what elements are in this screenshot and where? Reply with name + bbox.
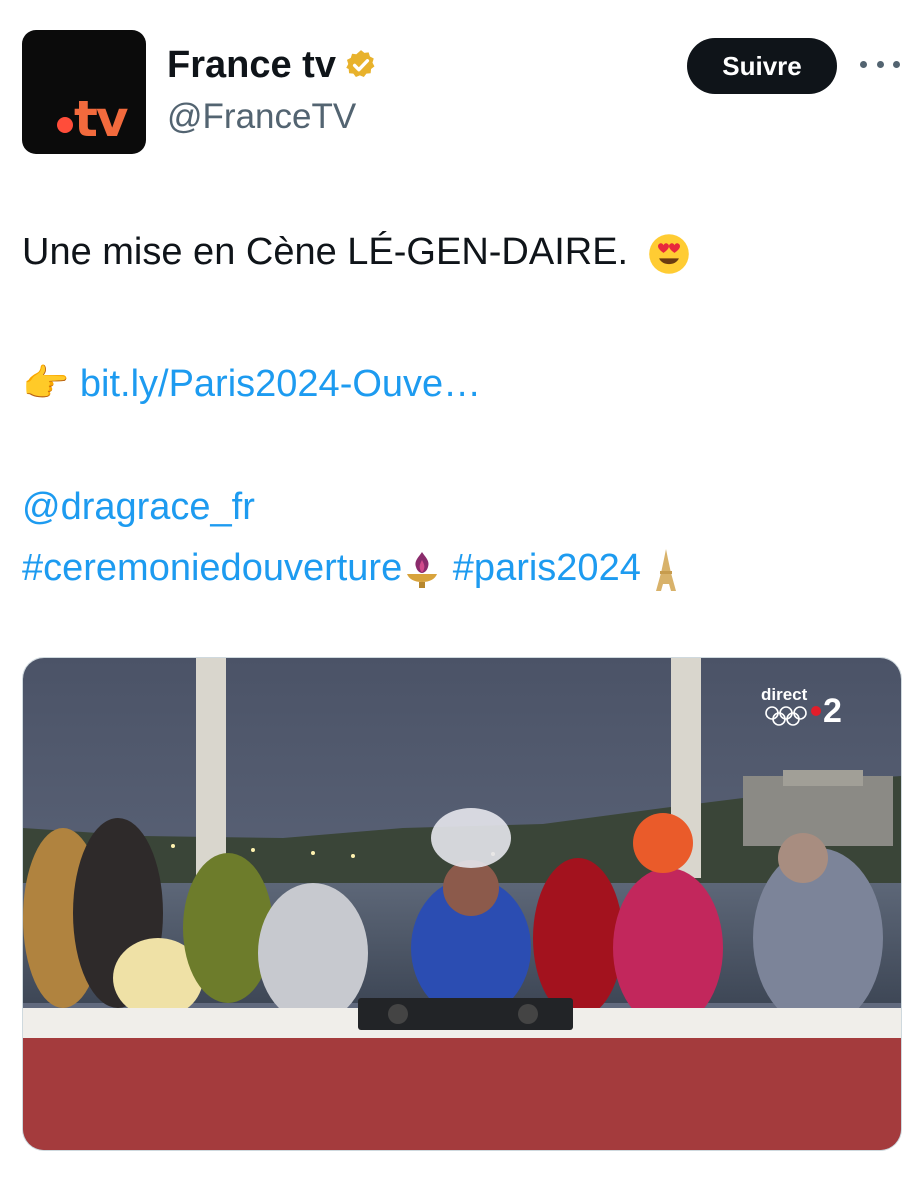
pointer-emoji: 👉 [22,361,70,405]
heart-eyes-emoji-icon [648,234,689,274]
tweet-media-image[interactable]: direct 2 [22,657,902,1151]
author-name-row[interactable]: France tv [167,42,378,88]
hashtag-paris2024[interactable]: #paris2024 [453,547,641,589]
logo-dot-icon [57,117,73,133]
tweet-hashtag-line: #ceremoniedouverture #paris2024 [22,545,902,593]
eiffel-tower-emoji-icon [656,548,677,591]
broadcast-still-image: direct 2 [23,658,901,1150]
display-name[interactable]: France tv [167,42,336,88]
verified-badge-icon [346,50,375,78]
handle[interactable]: @FranceTV [167,95,356,139]
tweet-line-1: Une mise en Cène LÉ-GEN-DAIRE. [22,229,902,276]
avatar[interactable]: tv [22,30,146,154]
hashtag-ceremonie[interactable]: #ceremoniedouverture [22,547,402,589]
channel-number: 2 [823,692,842,730]
olympic-cauldron-emoji-icon [407,551,438,588]
more-dots-icon[interactable] [860,52,900,76]
direct-badge-text: direct [761,685,808,704]
tweet-link[interactable]: bit.ly/Paris2024-Ouve… [80,363,481,405]
avatar-logo-text: tv [74,90,128,148]
tweet-link-line: 👉 bit.ly/Paris2024-Ouve… [22,360,902,407]
follow-button[interactable]: Suivre [687,38,837,94]
tweet-mention-line: @dragrace_fr [22,484,902,530]
tweet-text: Une mise en Cène LÉ-GEN-DAIRE. [22,231,629,273]
mention-link[interactable]: @dragrace_fr [22,486,255,528]
